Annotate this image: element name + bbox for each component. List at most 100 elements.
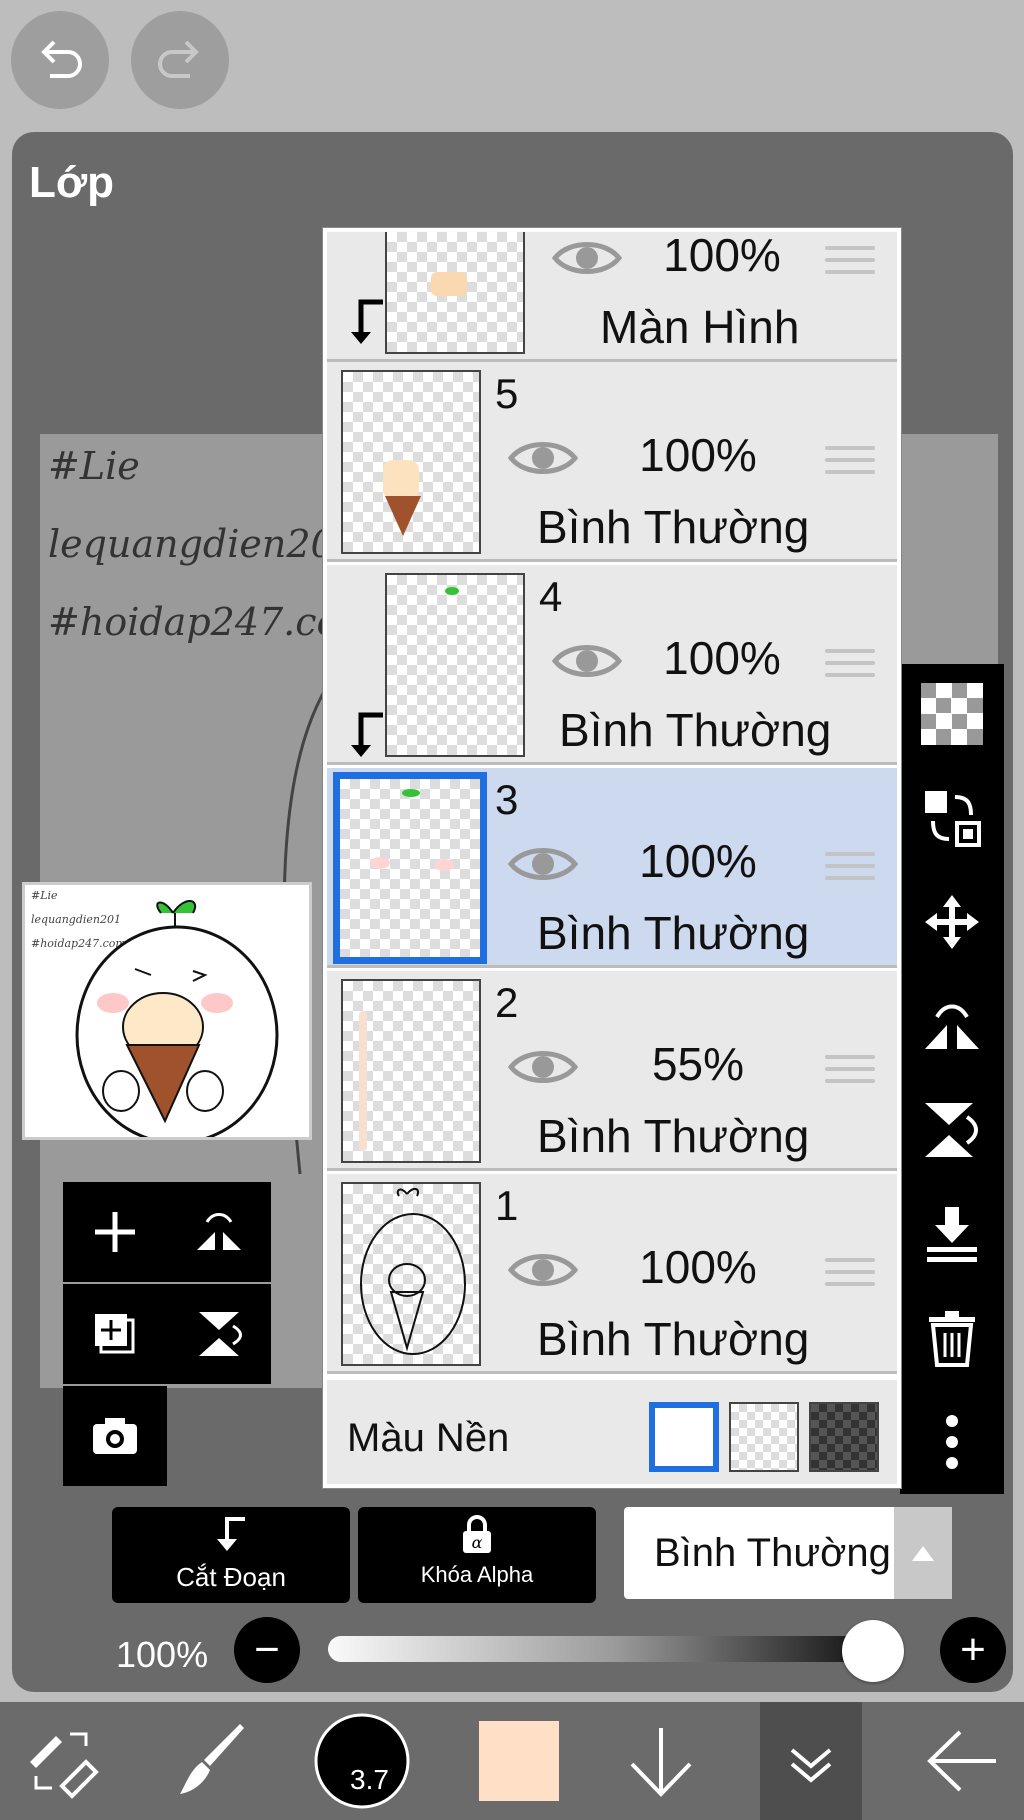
move-button[interactable] [900, 872, 1004, 972]
flip-vertical-icon [925, 1103, 978, 1157]
duplicate-layer-button[interactable] [63, 1284, 167, 1384]
character-illustration [75, 900, 279, 1137]
camera-icon [93, 1418, 137, 1454]
background-color-label: Màu Nền [347, 1416, 510, 1460]
undo-icon [41, 40, 82, 78]
flip-layer-horizontal-button[interactable] [900, 976, 1004, 1076]
blend-mode-select[interactable]: Bình Thường [624, 1507, 952, 1599]
redo-icon [158, 40, 199, 78]
layer-thumbnail [341, 370, 481, 554]
visibility-eye-icon[interactable] [507, 842, 579, 886]
merge-down-icon [927, 1207, 977, 1262]
layer-row[interactable]: 1 100% Bình Thường [327, 1174, 897, 1374]
layer-panel: Lớp #Lie lequangdien201 #hoidap247.com #… [12, 132, 1013, 1692]
visibility-eye-icon[interactable] [507, 1045, 579, 1089]
transparency-button[interactable] [900, 664, 1004, 764]
dropdown-arrow-icon[interactable] [894, 1507, 952, 1599]
more-vertical-icon [946, 1415, 958, 1469]
layer-blend-mode: Bình Thường [559, 704, 832, 756]
flip-layer-vertical-button[interactable] [900, 1080, 1004, 1180]
layer-row[interactable]: 5 100% Bình Thường [327, 362, 897, 562]
drag-handle-icon[interactable] [825, 446, 875, 478]
left-tool-grid [63, 1182, 271, 1542]
layer-blend-mode: Bình Thường [537, 1110, 810, 1162]
visibility-eye-icon[interactable] [507, 436, 579, 480]
layer-row[interactable]: 100% Màn Hình [327, 229, 897, 362]
background-dark-swatch[interactable] [809, 1402, 879, 1472]
clipping-button[interactable]: Cắt Đoạn [112, 1507, 350, 1603]
layer-row[interactable]: 4 100% Bình Thường [327, 565, 897, 765]
visibility-eye-icon[interactable] [551, 639, 623, 683]
background-color-row: Màu Nền [327, 1380, 897, 1484]
layer-number: 2 [495, 979, 519, 1026]
blend-mode-value: Bình Thường [654, 1531, 891, 1575]
brush-tool-button[interactable] [158, 1702, 268, 1820]
flip-horizontal-button[interactable] [167, 1182, 271, 1282]
layer-opacity: 100% [663, 632, 781, 684]
panel-title: Lớp [29, 158, 115, 207]
flip-horizontal-icon [925, 1004, 979, 1049]
background-white-swatch[interactable] [649, 1402, 719, 1472]
layer-opacity: 100% [639, 429, 757, 481]
layer-number: 5 [495, 370, 519, 417]
watermark-line: lequangdien201 [48, 522, 359, 566]
bottom-toolbar: 3.7 [0, 1702, 1024, 1820]
svg-text:α: α [472, 1533, 483, 1552]
drag-handle-icon[interactable] [825, 852, 875, 884]
drag-handle-icon[interactable] [825, 649, 875, 681]
layer-row[interactable]: 2 55% Bình Thường [327, 971, 897, 1171]
layer-blend-mode: Bình Thường [537, 907, 810, 959]
merge-down-button[interactable] [900, 1184, 1004, 1284]
layer-opacity: 100% [639, 1241, 757, 1293]
layer-number: 3 [495, 776, 519, 823]
redo-button[interactable] [131, 11, 229, 109]
visibility-eye-icon[interactable] [551, 236, 623, 280]
opacity-decrease-button[interactable]: − [234, 1617, 300, 1683]
color-picker-button[interactable] [464, 1702, 574, 1820]
layer-thumbnail [341, 979, 481, 1163]
layer-opacity: 100% [639, 835, 757, 887]
visibility-eye-icon[interactable] [507, 1248, 579, 1292]
canvas-thumbnail[interactable]: #Lie lequangdien201 #hoidap247.com [22, 882, 312, 1140]
watermark-line: #Lie [48, 444, 140, 488]
layer-number: 1 [495, 1182, 519, 1229]
flip-vertical-icon [199, 1312, 242, 1356]
clipping-arrow-icon [351, 299, 383, 344]
plus-icon: + [960, 1625, 986, 1674]
minus-icon: − [254, 1625, 280, 1674]
camera-button[interactable] [63, 1386, 167, 1486]
opacity-slider-track[interactable] [328, 1636, 904, 1662]
brush-size-value: 3.7 [350, 1764, 389, 1795]
delete-layer-button[interactable] [900, 1288, 1004, 1388]
drag-handle-icon[interactable] [825, 1055, 875, 1087]
back-button[interactable] [908, 1702, 1018, 1820]
opacity-value: 100% [116, 1634, 209, 1675]
alpha-lock-button[interactable]: α Khóa Alpha [358, 1507, 596, 1603]
layer-opacity: 55% [651, 1038, 745, 1090]
layer-opacity: 100% [663, 229, 781, 281]
arrow-left-icon [927, 1730, 996, 1792]
clipping-label: Cắt Đoạn [176, 1562, 286, 1592]
brush-eraser-toggle-button[interactable] [6, 1702, 116, 1820]
drag-handle-icon[interactable] [825, 246, 875, 278]
double-chevron-down-icon [790, 1748, 832, 1783]
layer-thumbnail [333, 772, 487, 964]
background-transparent-swatch[interactable] [729, 1402, 799, 1472]
opacity-increase-button[interactable]: + [940, 1617, 1006, 1683]
layer-panel-toggle-button[interactable] [760, 1702, 862, 1820]
layer-thumbnail [385, 232, 525, 354]
layer-list: 100% Màn Hình 5 100% Bình Thường 4 100% [323, 228, 901, 1488]
brush-eraser-swap-icon [30, 1732, 99, 1799]
arrow-down-icon [630, 1728, 692, 1797]
undo-button[interactable] [11, 11, 109, 109]
layer-down-button[interactable] [606, 1702, 716, 1820]
opacity-slider-knob[interactable] [842, 1620, 904, 1682]
more-options-button[interactable] [900, 1392, 1004, 1492]
layer-row-selected[interactable]: 3 100% Bình Thường [327, 768, 897, 968]
line-art-preview [360, 1188, 466, 1355]
flip-vertical-button[interactable] [167, 1284, 271, 1384]
brush-size-button[interactable]: 3.7 [306, 1702, 418, 1820]
drag-handle-icon[interactable] [825, 1258, 875, 1290]
swap-layer-button[interactable] [900, 768, 1004, 868]
add-layer-button[interactable] [63, 1182, 167, 1282]
